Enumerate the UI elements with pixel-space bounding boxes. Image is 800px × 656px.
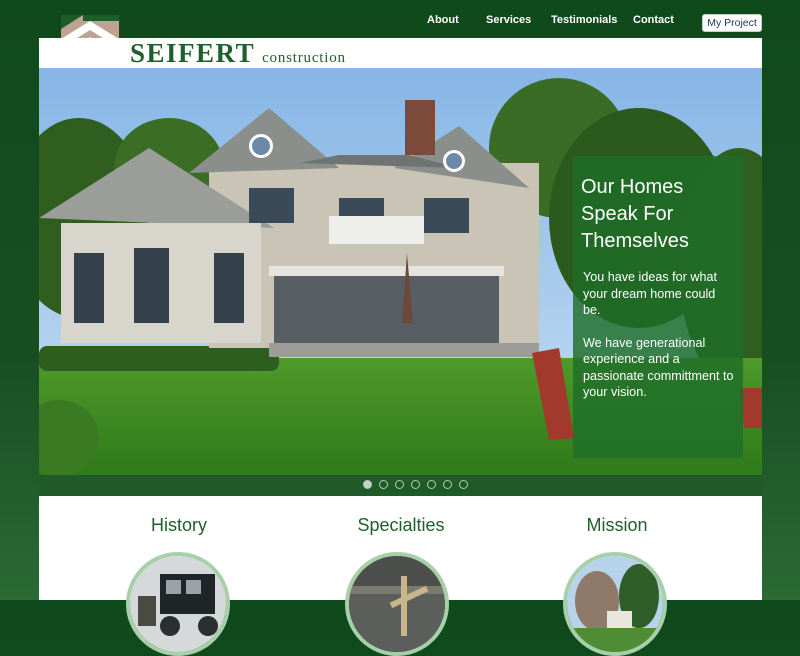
hero-paragraph-2: We have generational experience and a pa… xyxy=(583,335,734,400)
slide-dot-6[interactable] xyxy=(443,480,452,489)
mission-heading[interactable]: Mission xyxy=(537,515,697,536)
specialties-heading[interactable]: Specialties xyxy=(321,515,481,536)
hero-paragraph-1: You have ideas for what your dream home … xyxy=(583,270,717,317)
brand-tagline: construction xyxy=(262,50,346,66)
brand-name: SEIFERT xyxy=(130,38,256,68)
logo-wordmark[interactable]: SEIFERT construction xyxy=(130,38,346,68)
nav-contact[interactable]: Contact xyxy=(633,14,674,26)
features-section: History Specialties Mission xyxy=(39,496,762,656)
nav-services[interactable]: Services xyxy=(486,14,531,26)
nav-testimonials[interactable]: Testimonials xyxy=(551,14,617,26)
nav-about[interactable]: About xyxy=(427,14,459,26)
slide-dot-7[interactable] xyxy=(459,480,468,489)
slider-pagination xyxy=(39,475,762,496)
hero-panel: Our Homes Speak For Themselves You have … xyxy=(573,156,743,458)
slide-dot-2[interactable] xyxy=(379,480,388,489)
slide-dot-4[interactable] xyxy=(411,480,420,489)
slide-dot-1[interactable] xyxy=(363,480,372,489)
mission-image[interactable] xyxy=(563,552,667,656)
my-project-button[interactable]: My Project xyxy=(702,14,762,32)
hero-slider[interactable]: Our Homes Speak For Themselves You have … xyxy=(39,68,762,475)
slide-dot-3[interactable] xyxy=(395,480,404,489)
history-image[interactable] xyxy=(126,552,230,656)
hero-title: Our Homes Speak For Themselves xyxy=(581,176,689,252)
history-heading[interactable]: History xyxy=(99,515,259,536)
slide-dot-5[interactable] xyxy=(427,480,436,489)
specialties-image[interactable] xyxy=(345,552,449,656)
